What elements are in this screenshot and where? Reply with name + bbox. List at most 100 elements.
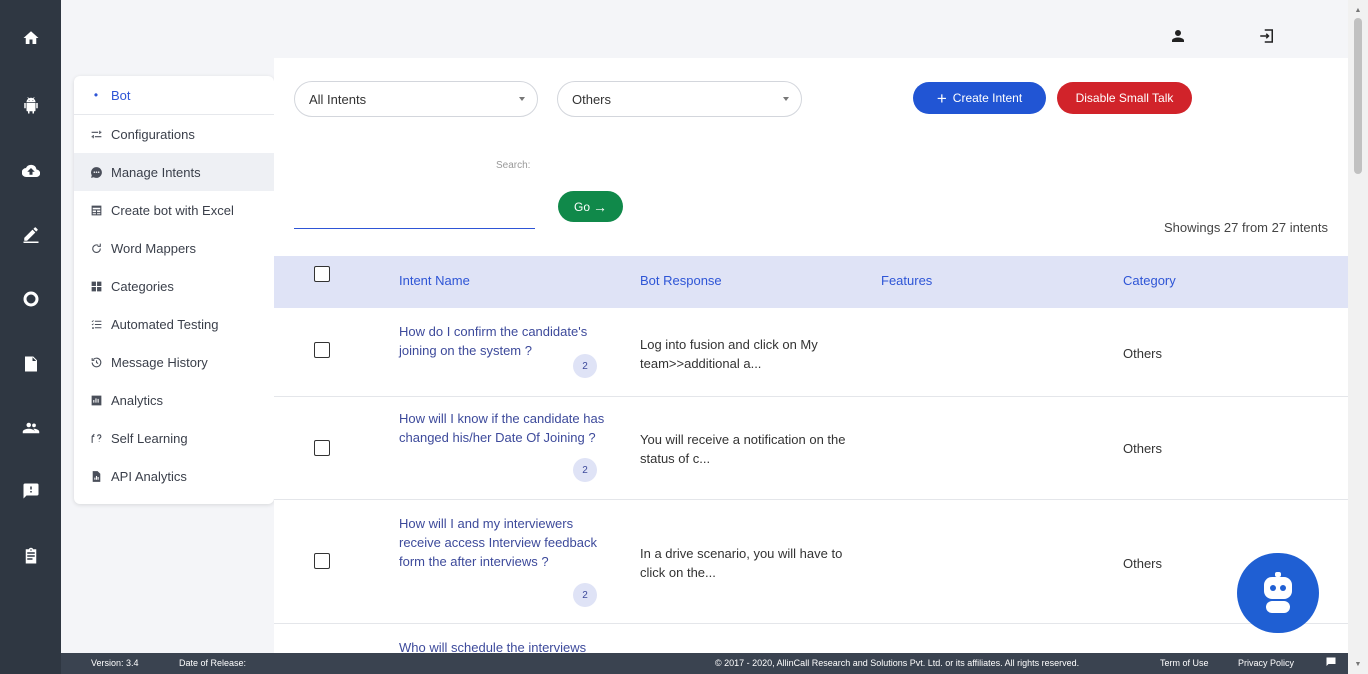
create-intent-label: Create Intent bbox=[952, 91, 1023, 105]
chat-icon bbox=[89, 165, 103, 179]
menu-item-label: Categories bbox=[111, 278, 174, 294]
sliders-icon bbox=[89, 127, 103, 141]
intents-panel: All Intents Others + Create Intent Disab… bbox=[274, 58, 1348, 653]
scroll-down-icon[interactable]: ▼ bbox=[1348, 658, 1368, 672]
search-input[interactable] bbox=[294, 228, 535, 229]
variation-count-badge: 2 bbox=[573, 458, 597, 482]
table-header: Intent Name Bot Response Features Catego… bbox=[274, 256, 1348, 308]
variation-count-badge: 2 bbox=[573, 354, 597, 378]
chatbot-launcher-button[interactable] bbox=[1237, 553, 1319, 633]
cloud-upload-icon[interactable] bbox=[0, 151, 61, 191]
menu-item-automated-testing[interactable]: Automated Testing bbox=[74, 305, 274, 343]
android-icon[interactable] bbox=[0, 86, 61, 126]
arrow-right-icon: → bbox=[593, 198, 607, 215]
circle-icon[interactable] bbox=[0, 279, 61, 319]
users-icon[interactable] bbox=[0, 408, 61, 448]
menu-item-label: Configurations bbox=[111, 126, 195, 142]
intent-name-link[interactable]: How will I know if the candidate has cha… bbox=[399, 409, 614, 447]
logout-icon[interactable] bbox=[1257, 26, 1277, 46]
file-icon[interactable] bbox=[0, 344, 61, 384]
menu-item-create-bot-excel[interactable]: Create bot with Excel bbox=[74, 191, 274, 229]
bot-response: In a drive scenario, you will have to cl… bbox=[640, 546, 843, 580]
row-checkbox[interactable] bbox=[314, 440, 330, 456]
intent-count-summary: Showings 27 from 27 intents bbox=[1163, 220, 1328, 235]
select-all-checkbox[interactable] bbox=[314, 266, 330, 282]
search-label: Search: bbox=[496, 160, 531, 171]
plus-icon: + bbox=[936, 88, 947, 108]
self-learning-icon bbox=[89, 431, 103, 445]
intent-filter-select[interactable]: All Intents bbox=[294, 81, 538, 117]
menu-item-label: API Analytics bbox=[111, 468, 187, 484]
menu-item-label: Automated Testing bbox=[111, 316, 219, 332]
menu-item-label: Bot bbox=[111, 87, 131, 103]
menu-item-self-learning[interactable]: Self Learning bbox=[74, 419, 274, 457]
menu-item-word-mappers[interactable]: Word Mappers bbox=[74, 229, 274, 267]
version-text: Version: 3.4 bbox=[91, 658, 139, 668]
table-row[interactable]: Who will schedule the interviews bbox=[274, 624, 1348, 653]
checklist-icon bbox=[89, 317, 103, 331]
clipboard-icon[interactable] bbox=[0, 536, 61, 576]
column-header[interactable]: Bot Response bbox=[640, 273, 722, 288]
menu-item-label: Message History bbox=[111, 354, 208, 370]
category-cell: Others bbox=[1123, 556, 1163, 571]
menu-item-categories[interactable]: Categories bbox=[74, 267, 274, 305]
api-analytics-icon bbox=[89, 469, 103, 483]
menu-item-label: Self Learning bbox=[111, 430, 188, 446]
disable-small-talk-button[interactable]: Disable Small Talk bbox=[1057, 82, 1192, 114]
analytics-icon bbox=[89, 393, 103, 407]
create-intent-button[interactable]: + Create Intent bbox=[913, 82, 1046, 114]
scroll-up-icon[interactable]: ▲ bbox=[1348, 4, 1368, 18]
menu-item-label: Word Mappers bbox=[111, 240, 197, 256]
menu-item-message-history[interactable]: Message History bbox=[74, 343, 274, 381]
menu-item-manage-intents[interactable]: Manage Intents bbox=[74, 153, 274, 191]
variation-count-badge: 2 bbox=[573, 583, 597, 607]
column-header[interactable]: Features bbox=[881, 273, 932, 288]
chevron-down-icon bbox=[519, 97, 525, 101]
disable-small-talk-label: Disable Small Talk bbox=[1075, 91, 1174, 105]
terms-link[interactable]: Term of Use bbox=[1160, 658, 1209, 668]
go-button[interactable]: Go → bbox=[558, 191, 623, 222]
edit-icon[interactable] bbox=[0, 214, 61, 254]
chat-bubble-icon[interactable] bbox=[1325, 656, 1337, 670]
footer-bar: Version: 3.4 Date of Release: © 2017 - 2… bbox=[61, 653, 1348, 674]
copyright-text: © 2017 - 2020, AllinCall Research and So… bbox=[715, 658, 1080, 668]
table-row[interactable]: How will I and my interviewers receive a… bbox=[274, 500, 1348, 624]
menu-item-label: Create bot with Excel bbox=[111, 202, 234, 218]
home-icon[interactable] bbox=[0, 18, 61, 58]
intent-name-link[interactable]: How will I and my interviewers receive a… bbox=[399, 514, 614, 571]
category-filter-value: Others bbox=[572, 91, 612, 107]
column-header[interactable]: Category bbox=[1123, 273, 1176, 288]
word-mapper-icon bbox=[89, 241, 103, 255]
column-header[interactable]: Intent Name bbox=[399, 273, 470, 288]
row-checkbox[interactable] bbox=[314, 342, 330, 358]
top-bar bbox=[61, 0, 1348, 58]
page-scrollbar[interactable]: ▲ ▼ bbox=[1348, 0, 1368, 674]
bullet-icon: • bbox=[93, 88, 99, 102]
bot-response: You will receive a notification on the s… bbox=[640, 432, 846, 466]
menu-item-bot[interactable]: • Bot bbox=[74, 76, 274, 114]
menu-item-api-analytics[interactable]: API Analytics bbox=[74, 457, 274, 495]
intent-name-link[interactable]: Who will schedule the interviews bbox=[399, 638, 614, 653]
scrollbar-thumb[interactable] bbox=[1354, 18, 1362, 174]
history-icon bbox=[89, 355, 103, 369]
category-cell: Others bbox=[1123, 441, 1163, 456]
grid-icon bbox=[89, 279, 103, 293]
table-row[interactable]: How do I confirm the candidate's joining… bbox=[274, 308, 1348, 397]
user-icon[interactable] bbox=[1168, 26, 1188, 46]
table-row[interactable]: How will I know if the candidate has cha… bbox=[274, 397, 1348, 500]
menu-item-label: Analytics bbox=[111, 392, 164, 408]
feedback-icon[interactable] bbox=[0, 471, 61, 511]
go-label: Go bbox=[573, 199, 590, 214]
menu-item-analytics[interactable]: Analytics bbox=[74, 381, 274, 419]
icon-rail bbox=[0, 0, 61, 674]
chevron-down-icon bbox=[783, 97, 789, 101]
robot-icon bbox=[1264, 572, 1292, 613]
release-date-text: Date of Release: bbox=[179, 658, 247, 668]
privacy-link[interactable]: Privacy Policy bbox=[1238, 658, 1294, 668]
intent-filter-value: All Intents bbox=[309, 91, 367, 107]
bot-menu: • Bot Configurations Manage Intents Crea… bbox=[74, 76, 274, 504]
table-icon bbox=[89, 203, 103, 217]
category-filter-select[interactable]: Others bbox=[557, 81, 802, 117]
menu-item-configurations[interactable]: Configurations bbox=[74, 115, 274, 153]
row-checkbox[interactable] bbox=[314, 553, 330, 569]
